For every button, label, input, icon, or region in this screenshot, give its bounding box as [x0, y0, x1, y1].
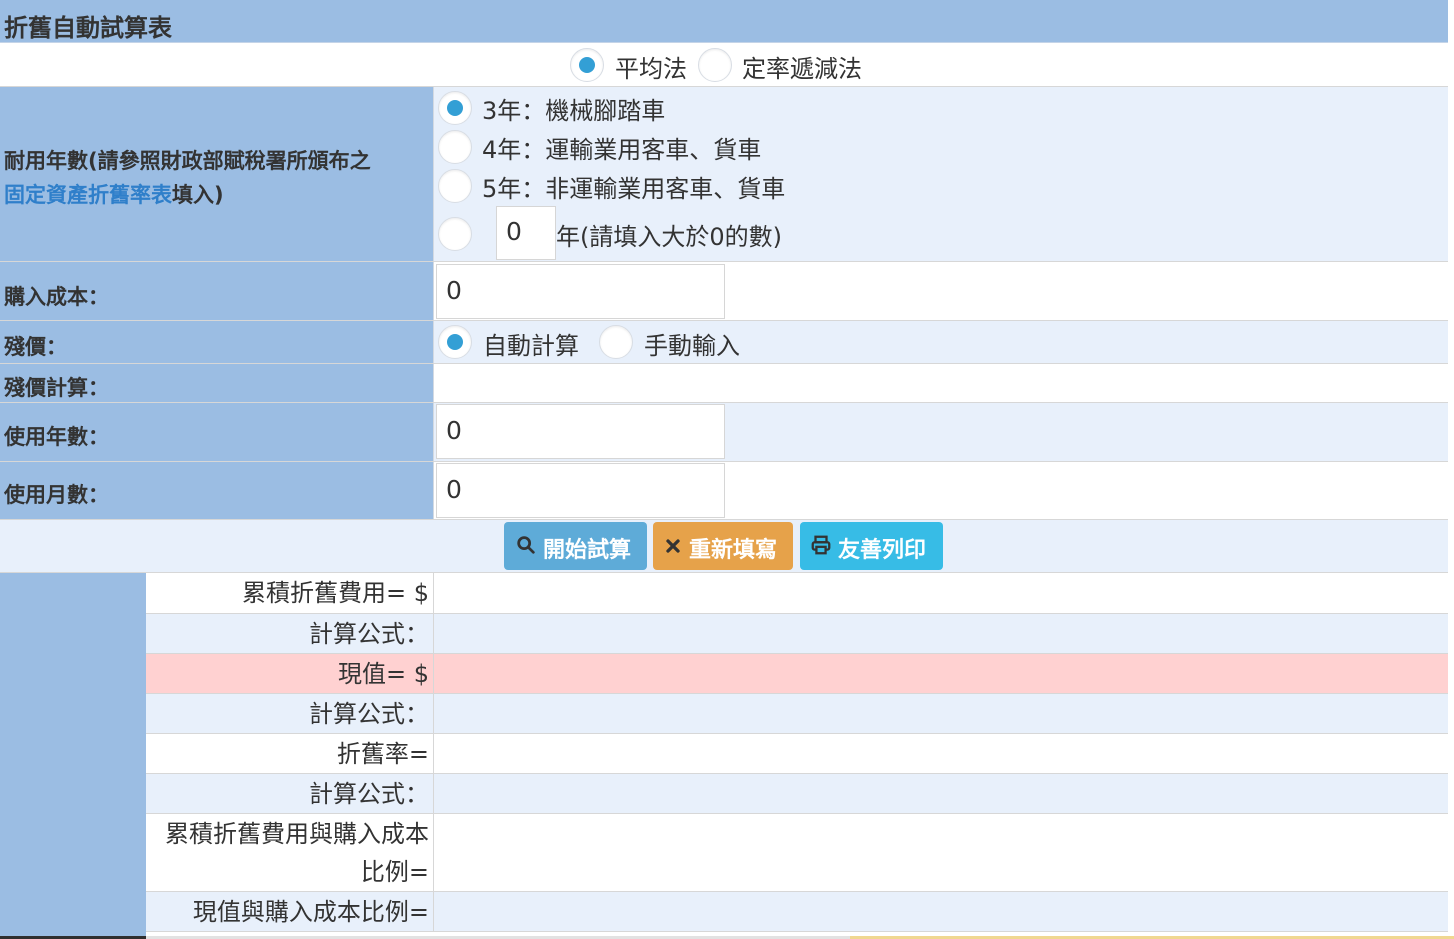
- useful-life-label-suffix: 填入): [172, 183, 224, 207]
- purchase-cost-input[interactable]: 0: [436, 264, 725, 319]
- life-3-years-radio[interactable]: [438, 91, 472, 125]
- method-straight-line-radio[interactable]: [570, 48, 604, 82]
- salvage-calc-row: 殘價計算：: [0, 364, 1448, 403]
- print-icon: [811, 535, 831, 555]
- result-row-formula-2: 計算公式：: [146, 694, 1448, 734]
- result-row-current-value: 現值= $: [146, 654, 1448, 694]
- salvage-calc-label-cell: 殘價計算：: [0, 364, 434, 402]
- fixed-asset-depreciation-table-link[interactable]: 固定資產折舊率表: [4, 183, 172, 207]
- current-value-value: [434, 654, 1448, 693]
- accumulated-depreciation-value: [434, 573, 1448, 613]
- result-row-accumulated-depreciation: 累積折舊費用= $: [146, 573, 1448, 614]
- purchase-cost-row: 購入成本： 0: [0, 262, 1448, 321]
- formula-3-label: 計算公式：: [146, 774, 434, 813]
- depreciation-rate-value: [434, 734, 1448, 773]
- life-3-years-label[interactable]: 3年：機械腳踏車: [482, 91, 665, 126]
- years-used-label: 使用年數：: [4, 425, 109, 449]
- purchase-cost-label: 購入成本：: [4, 285, 109, 309]
- purchase-cost-value-cell: 0: [434, 262, 1448, 320]
- custom-life-years-suffix: 年(請填入大於0的數): [556, 223, 782, 251]
- depreciation-calculator-page: 折舊自動試算表 平均法 定率遞減法 耐用年數(請參照財政部賦稅署所頒布之 固定資…: [0, 0, 1454, 939]
- results-section: 累積折舊費用= $ 計算公式： 現值= $ 計算公式： 折舊率= 計算公式： 累…: [0, 573, 1448, 936]
- title-bar: 折舊自動試算表: [0, 0, 1448, 43]
- life-4-years-radio[interactable]: [438, 130, 472, 164]
- years-used-input[interactable]: 0: [436, 404, 725, 459]
- purchase-cost-label-cell: 購入成本：: [0, 262, 434, 320]
- current-ratio-label: 現值與購入成本比例=: [146, 892, 434, 931]
- result-row-accumulated-ratio: 累積折舊費用與購入成本比例=: [146, 814, 1448, 892]
- life-custom-radio[interactable]: [438, 217, 472, 251]
- current-ratio-value: [434, 892, 1448, 931]
- salvage-manual-input-radio[interactable]: [599, 325, 633, 359]
- salvage-calc-label: 殘價計算：: [4, 376, 109, 400]
- useful-life-label-line-1: 耐用年數(請參照財政部賦稅署所頒布之: [4, 145, 371, 175]
- close-icon: [666, 539, 680, 553]
- useful-life-options-cell: 3年：機械腳踏車 4年：運輸業用客車、貨車 5年：非運輸業用客車、貨車 0 年(…: [434, 87, 1448, 261]
- friendly-print-button[interactable]: 友善列印: [800, 522, 943, 570]
- start-calculation-label: 開始試算: [543, 538, 632, 563]
- friendly-print-label: 友善列印: [838, 538, 927, 563]
- current-value-label: 現值= $: [146, 654, 434, 693]
- life-4-years-label[interactable]: 4年：運輸業用客車、貨車: [482, 130, 761, 165]
- salvage-auto-calc-radio[interactable]: [438, 325, 472, 359]
- years-used-value-cell: 0: [434, 403, 1448, 461]
- result-row-depreciation-rate: 折舊率=: [146, 734, 1448, 774]
- page-title: 折舊自動試算表: [4, 14, 172, 42]
- results-side-label-column: [0, 573, 146, 936]
- formula-3-value: [434, 774, 1448, 813]
- formula-2-value: [434, 694, 1448, 733]
- months-used-label-cell: 使用月數：: [0, 462, 434, 519]
- months-used-label: 使用月數：: [4, 483, 109, 507]
- salvage-label-cell: 殘價：: [0, 321, 434, 363]
- reset-form-label: 重新填寫: [689, 538, 778, 563]
- method-declining-balance-label[interactable]: 定率遞減法: [742, 49, 862, 84]
- years-used-label-cell: 使用年數：: [0, 403, 434, 461]
- useful-life-label-cell: 耐用年數(請參照財政部賦稅署所頒布之 固定資產折舊率表填入): [0, 87, 434, 261]
- salvage-label: 殘價：: [4, 335, 67, 359]
- depreciation-rate-label: 折舊率=: [146, 734, 434, 773]
- accumulated-ratio-value: [434, 814, 1448, 891]
- salvage-options-cell: 自動計算 手動輸入: [434, 321, 1448, 363]
- result-row-formula-1: 計算公式：: [146, 614, 1448, 654]
- custom-life-years-input[interactable]: 0: [496, 206, 556, 260]
- life-5-years-radio[interactable]: [438, 169, 472, 203]
- years-used-row: 使用年數： 0: [0, 403, 1448, 462]
- salvage-auto-calc-label[interactable]: 自動計算: [483, 326, 579, 361]
- formula-2-label: 計算公式：: [146, 694, 434, 733]
- reset-form-button[interactable]: 重新填寫: [653, 522, 793, 570]
- salvage-row: 殘價： 自動計算 手動輸入: [0, 321, 1448, 364]
- months-used-input[interactable]: 0: [436, 463, 725, 518]
- useful-life-label-line-2: 固定資產折舊率表填入): [4, 179, 224, 209]
- start-calculation-button[interactable]: 開始試算: [504, 522, 647, 570]
- salvage-manual-input-label[interactable]: 手動輸入: [644, 326, 740, 361]
- action-button-row: 開始試算 重新填寫 友善列印: [0, 520, 1448, 573]
- search-icon: [517, 536, 535, 554]
- formula-1-label: 計算公式：: [146, 614, 434, 653]
- life-5-years-label[interactable]: 5年：非運輸業用客車、貨車: [482, 169, 785, 204]
- useful-life-row: 耐用年數(請參照財政部賦稅署所頒布之 固定資產折舊率表填入) 3年：機械腳踏車 …: [0, 87, 1448, 262]
- months-used-value-cell: 0: [434, 462, 1448, 519]
- calculator-table: 折舊自動試算表 平均法 定率遞減法 耐用年數(請參照財政部賦稅署所頒布之 固定資…: [0, 0, 1448, 936]
- method-row: 平均法 定率遞減法: [0, 43, 1448, 87]
- method-options: 平均法 定率遞減法: [0, 43, 1448, 86]
- method-straight-line-label[interactable]: 平均法: [615, 49, 687, 84]
- formula-1-value: [434, 614, 1448, 653]
- accumulated-ratio-label: 累積折舊費用與購入成本比例=: [146, 814, 434, 891]
- useful-life-label-prefix: 耐用年數(請參照財政部賦稅署所頒布之: [4, 149, 371, 173]
- method-declining-balance-radio[interactable]: [698, 48, 732, 82]
- salvage-calc-value-cell: [434, 364, 1448, 402]
- result-row-formula-3: 計算公式：: [146, 774, 1448, 814]
- accumulated-depreciation-label: 累積折舊費用= $: [146, 573, 434, 613]
- months-used-row: 使用月數： 0: [0, 462, 1448, 520]
- result-row-current-ratio: 現值與購入成本比例=: [146, 892, 1448, 932]
